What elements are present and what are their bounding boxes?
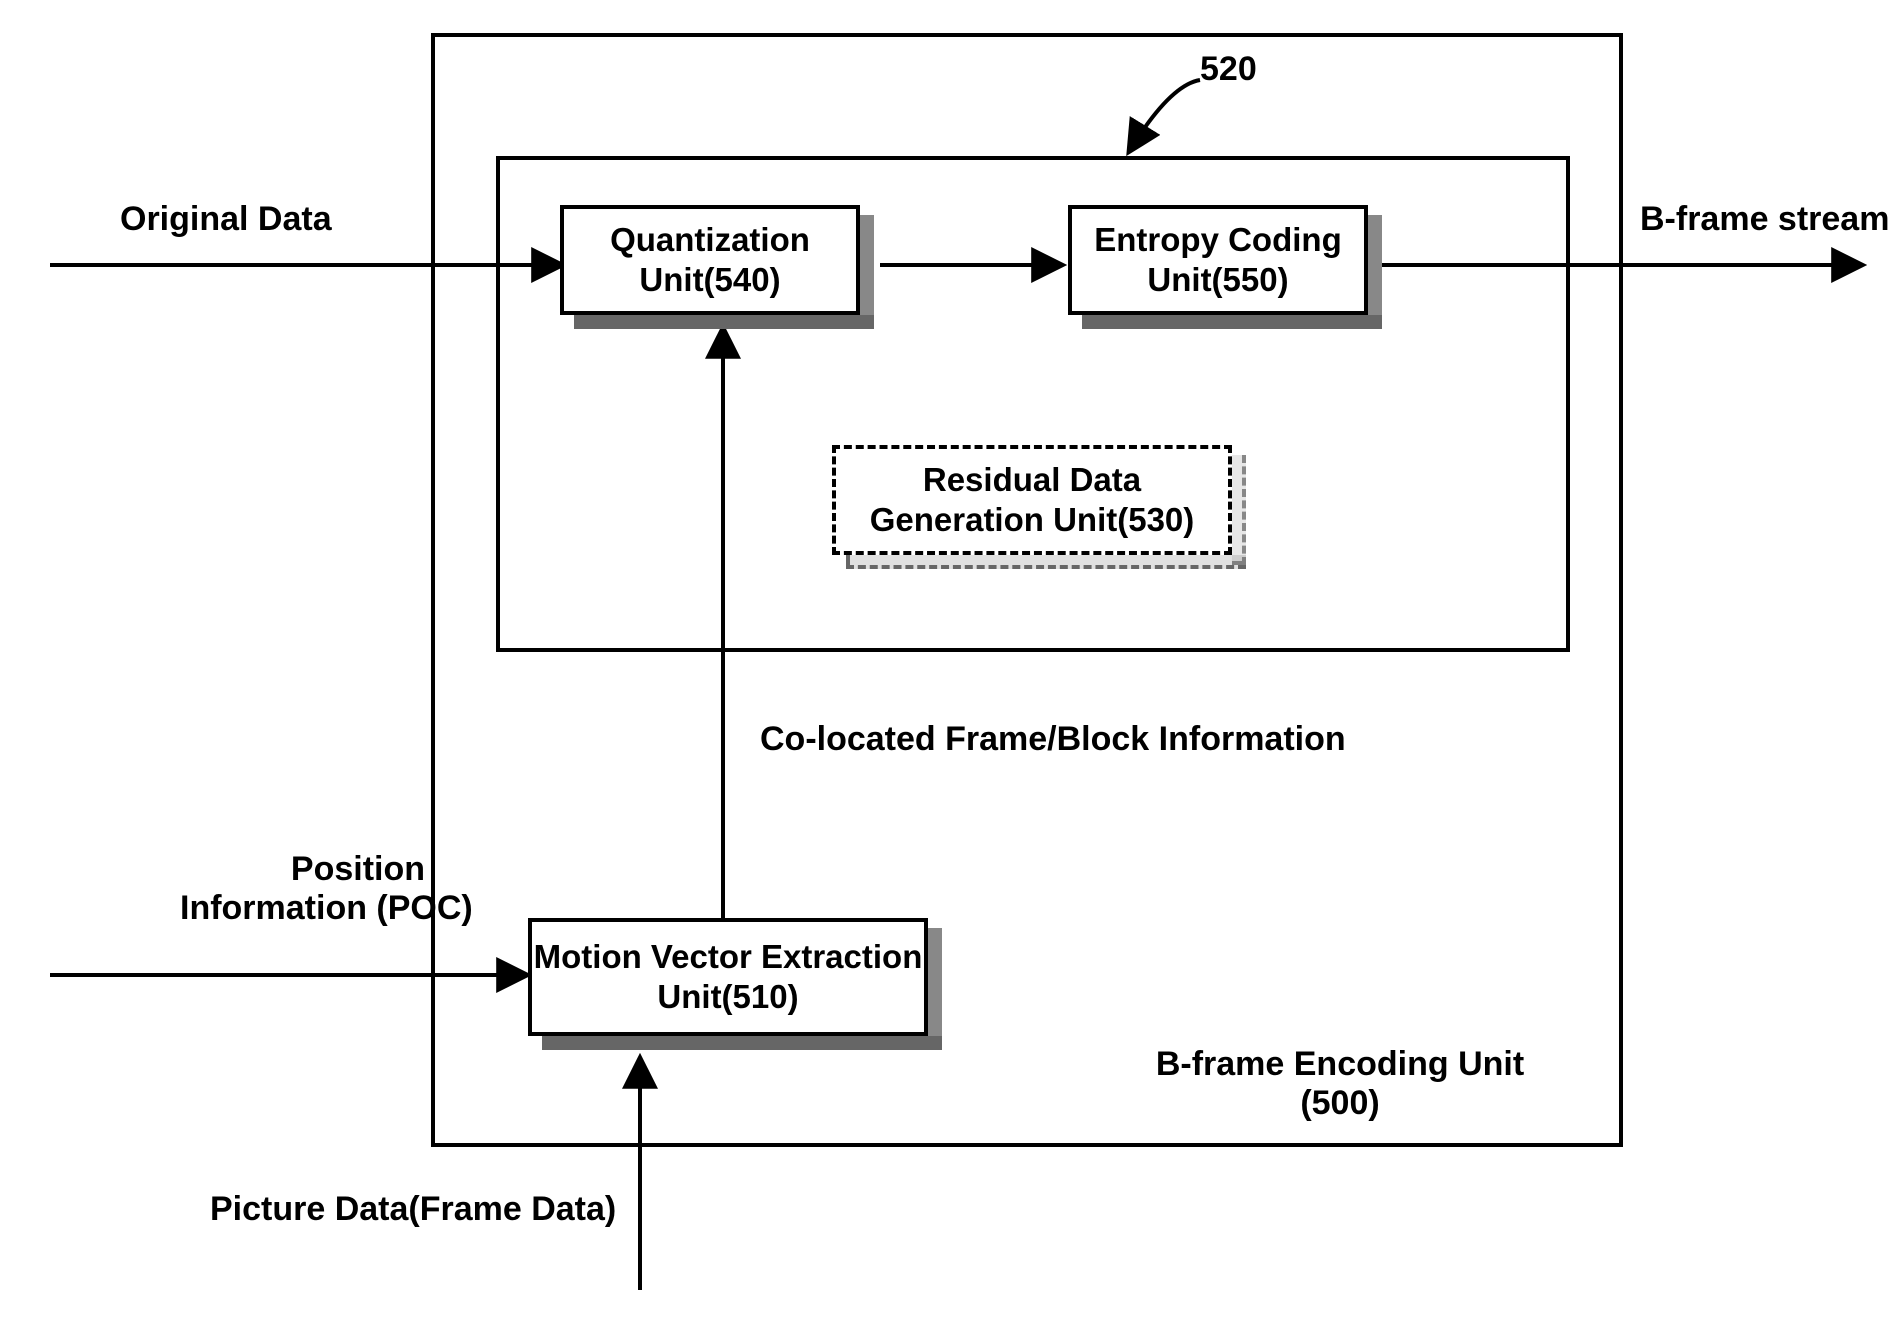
label-colocated: Co-located Frame/Block Information bbox=[760, 720, 1346, 759]
label-ref-520: 520 bbox=[1200, 50, 1257, 89]
block-quantization-label: Quantization Unit(540) bbox=[564, 220, 856, 299]
diagram-canvas: Original Data B-frame stream 520 Co-loca… bbox=[0, 0, 1903, 1322]
label-outer-unit: B-frame Encoding Unit (500) bbox=[1125, 1045, 1555, 1123]
label-picture-data: Picture Data(Frame Data) bbox=[210, 1190, 616, 1229]
block-motion-label: Motion Vector Extraction Unit(510) bbox=[532, 937, 924, 1016]
block-residual-label: Residual Data Generation Unit(530) bbox=[836, 460, 1228, 539]
arrows-and-borders bbox=[0, 0, 1903, 1322]
label-original-data: Original Data bbox=[120, 200, 332, 239]
label-bframe-stream: B-frame stream bbox=[1640, 200, 1889, 239]
block-entropy-label: Entropy Coding Unit(550) bbox=[1072, 220, 1364, 299]
label-position-info: Position Information (POC) bbox=[180, 850, 425, 928]
